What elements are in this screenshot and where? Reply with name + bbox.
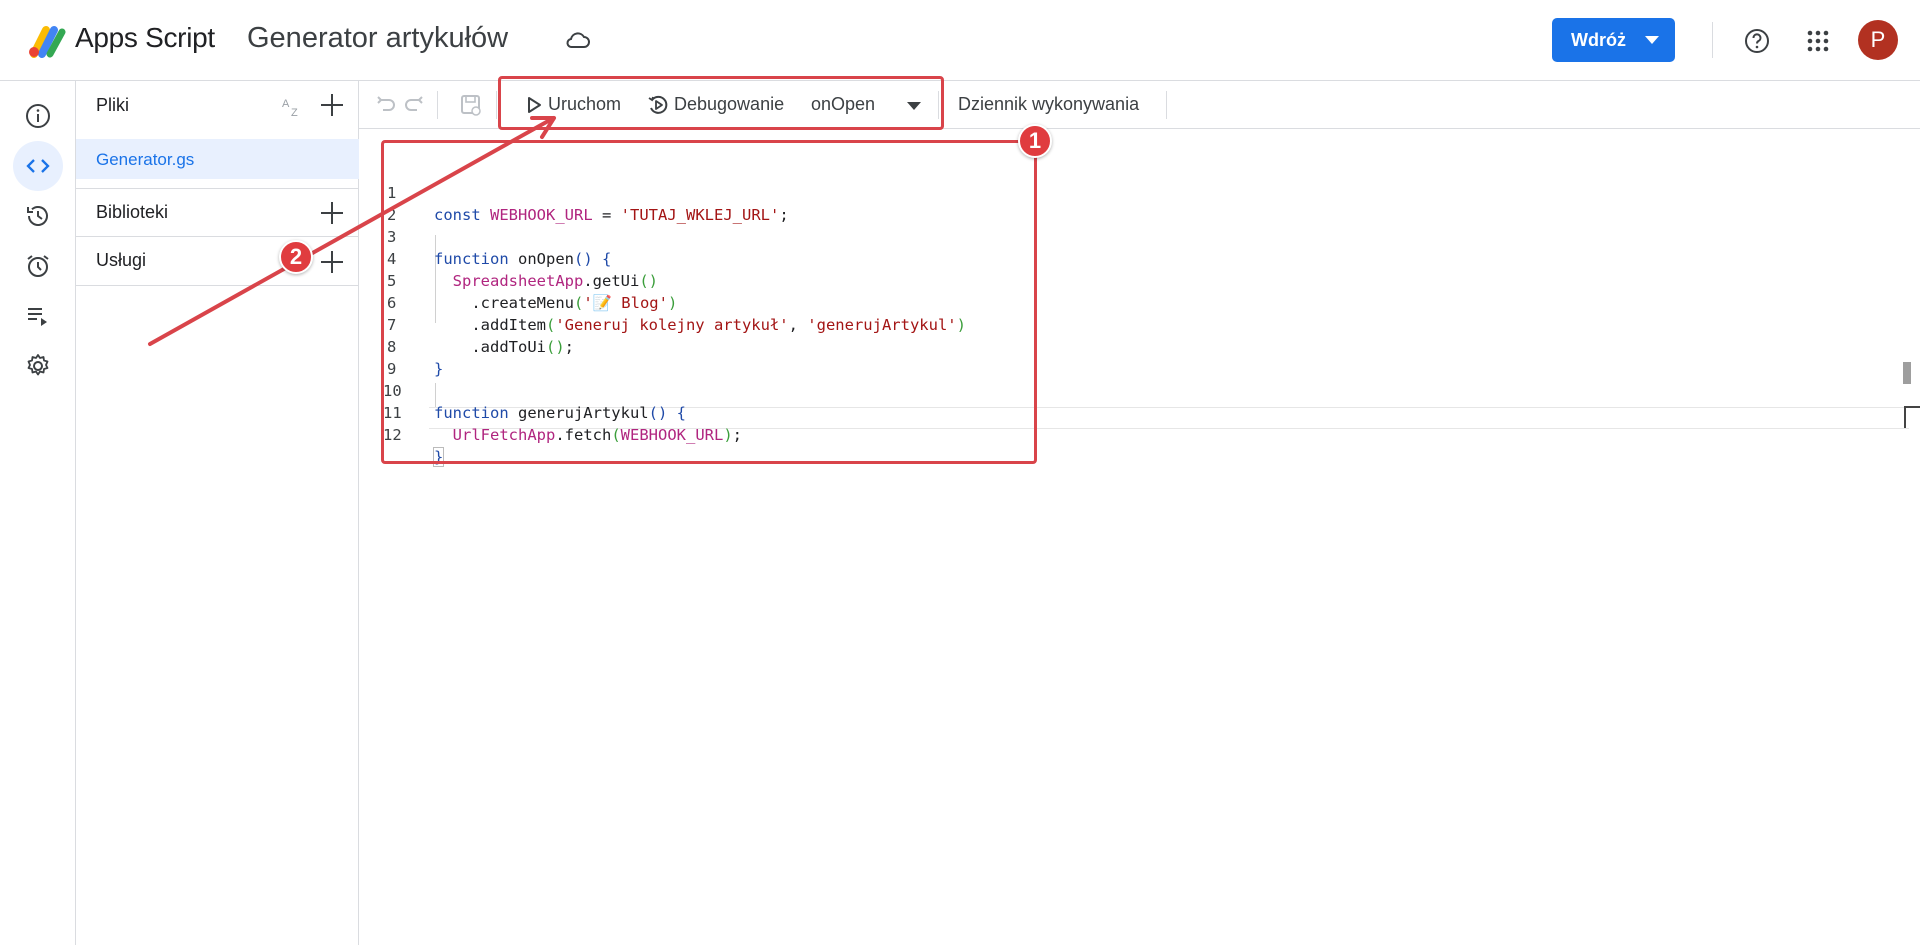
cloud-saved-icon [566,32,590,48]
deploy-button-label: Wdróż [1571,29,1626,50]
top-app-bar: Apps Script Generator artykułów Wdróż P [0,0,1920,81]
files-title: Pliki [96,95,130,115]
sidebar-item-versions[interactable] [13,191,63,241]
sidebar-item-triggers[interactable] [13,241,63,291]
history-icon [27,206,48,226]
sidebar-item-overview[interactable] [13,91,63,141]
scrollbar-thumb[interactable] [1903,362,1911,384]
deploy-button[interactable]: Wdróż [1552,18,1675,62]
app-name[interactable]: Apps Script [75,22,215,54]
project-title[interactable]: Generator artykułów [247,22,508,55]
scrollbar-marker [1904,406,1920,428]
executions-icon [28,308,47,326]
info-icon [26,104,50,128]
apps-script-logo-icon [29,26,66,58]
execution-log-button[interactable]: Dziennik wykonywania [958,94,1139,115]
left-navigation-rail [0,81,76,945]
divider [1712,22,1713,58]
alarm-icon [27,255,49,277]
avatar[interactable]: P [1858,20,1898,60]
services-title: Usługi [96,250,147,270]
annotation-arrow [148,116,556,346]
gear-icon [27,354,49,376]
sidebar-item-editor[interactable] [13,141,63,191]
annotation-badge-1: 1 [1018,124,1052,158]
sidebar-item-settings[interactable] [13,341,63,391]
chevron-down-icon [1645,36,1659,44]
divider [1166,91,1167,119]
help-icon[interactable] [1743,27,1771,55]
code-icon [26,159,50,173]
sidebar-item-executions[interactable] [13,291,63,341]
annotation-badge-2: 2 [279,240,313,274]
google-apps-icon[interactable] [1806,29,1830,53]
